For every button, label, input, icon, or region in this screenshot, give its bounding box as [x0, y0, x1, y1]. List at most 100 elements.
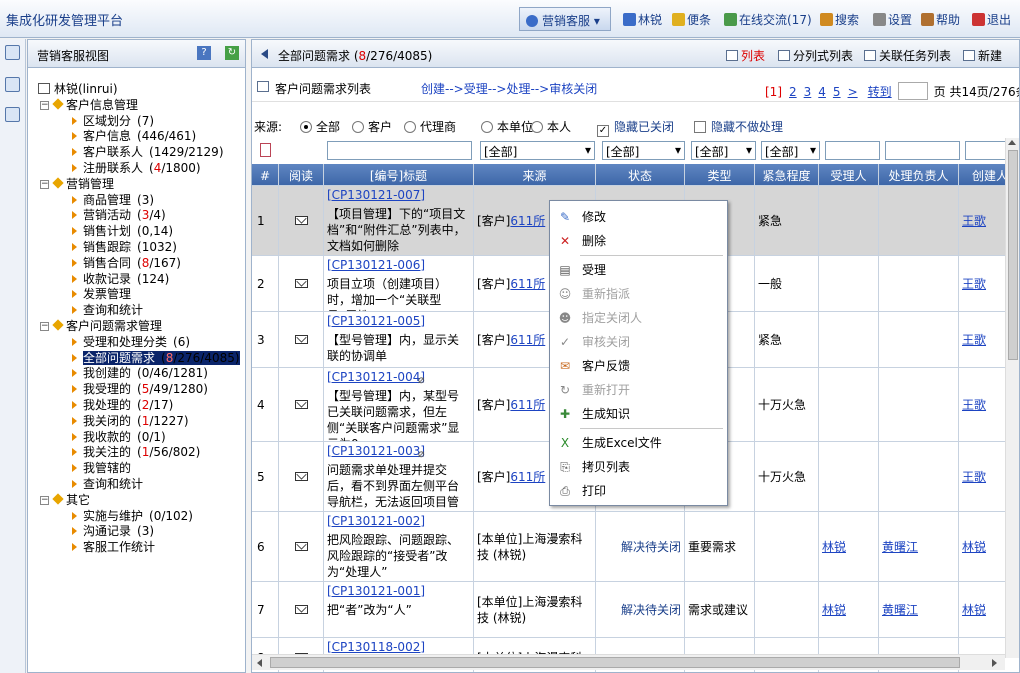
hscroll-thumb[interactable] [270, 657, 960, 668]
page-link[interactable]: 5 [833, 85, 841, 99]
tree-collapse-icon[interactable]: − [40, 179, 49, 189]
grid-cell-title[interactable]: [CP130121-005] 【型号管理】内，显示关联的协调单 [324, 312, 474, 368]
source-radio[interactable]: 本单位 [481, 118, 533, 135]
mail-icon[interactable] [294, 472, 308, 481]
item-code-link[interactable]: [CP130121-006] [327, 257, 470, 273]
mail-icon[interactable] [294, 279, 308, 288]
menu-item-copy[interactable]: ⎘ 拷贝列表 [550, 455, 727, 479]
mail-icon[interactable] [294, 335, 308, 344]
menu-item-edit[interactable]: ✎ 修改 [550, 205, 727, 229]
tree-item[interactable]: 注册联系人 (4/1800) [72, 161, 201, 175]
split-list-button[interactable]: 分列式列表 [778, 47, 853, 64]
workflow-step[interactable]: 处理 [506, 82, 530, 96]
goto-link[interactable]: 转到 [868, 85, 892, 99]
tree-item[interactable]: 我受理的 (5/49/1280) [72, 382, 208, 396]
person-link[interactable]: 林锐 [822, 602, 846, 618]
topnav-user[interactable]: 林锐 [623, 11, 662, 28]
menu-item-excel[interactable]: X 生成Excel文件 [550, 431, 727, 455]
filter-state-select[interactable]: [全部] ▾ [602, 141, 685, 160]
col-header[interactable]: 状态 [596, 164, 685, 186]
tree-item[interactable]: 发票管理 [72, 287, 131, 301]
grid-cell-title[interactable]: [CP130121-002] 把风险跟踪、问题跟踪、风险跟踪的“接受者”改为“处理… [324, 512, 474, 582]
scroll-left-icon[interactable] [257, 659, 262, 667]
hide-closed-checkbox[interactable]: ✓ 隐藏已关闭 [597, 118, 674, 137]
source-radio[interactable]: 全部 [300, 118, 340, 135]
col-header[interactable]: 来源 [474, 164, 596, 186]
filter-source-select[interactable]: [全部] ▾ [480, 141, 595, 160]
menu-item-accept[interactable]: ▤ 受理 [550, 258, 727, 282]
tree-group[interactable]: 客户问题需求管理 [52, 319, 162, 333]
hide-noprocess-checkbox[interactable]: 隐藏不做处理 [694, 118, 783, 135]
person-link[interactable]: 王歌 [962, 213, 986, 229]
tree-item[interactable]: 我关注的 (1/56/802) [72, 445, 200, 459]
menu-item-knowledge[interactable]: ✚ 生成知识 [550, 402, 727, 426]
tree-item[interactable]: 销售跟踪 (1032) [72, 240, 177, 254]
source-link[interactable]: 611所 [510, 277, 545, 291]
source-link[interactable]: 611所 [510, 398, 545, 412]
source-radio[interactable]: 代理商 [404, 118, 456, 135]
scroll-right-icon[interactable] [992, 659, 997, 667]
tree-group[interactable]: 营销管理 [52, 177, 114, 191]
tree-group[interactable]: 客户信息管理 [52, 98, 138, 112]
related-task-list-button[interactable]: 关联任务列表 [864, 47, 951, 64]
tree-collapse-icon[interactable]: − [40, 100, 49, 110]
page-input[interactable] [897, 82, 928, 100]
tree-item[interactable]: 查询和统计 [72, 303, 143, 317]
tree-item[interactable]: 销售合同 (8/167) [72, 256, 181, 270]
tree-root[interactable]: 林锐(linrui) [38, 82, 118, 96]
source-link[interactable]: 611所 [510, 470, 545, 484]
col-header[interactable]: 处理负责人 [879, 164, 959, 186]
tree-item[interactable]: 受理和处理分类 (6) [72, 335, 190, 349]
tree-item[interactable]: 我管辖的 [72, 461, 131, 475]
grid-cell-title[interactable]: [CP130121-007] 【项目管理】下的“项目文档”和“附件汇总”列表中，文… [324, 186, 474, 256]
list-view-button[interactable]: 列表 [726, 47, 765, 64]
person-link[interactable]: 王歌 [962, 469, 986, 485]
mail-icon[interactable] [294, 400, 308, 409]
source-radio[interactable]: 客户 [352, 118, 392, 135]
topnav-help[interactable]: 帮助 [921, 11, 960, 28]
item-code-link[interactable]: [CP130121-004] [327, 369, 470, 385]
grid-cell-src[interactable]: [本单位]上海漫索科技 (林锐) [474, 582, 596, 638]
person-link[interactable]: 林锐 [962, 602, 986, 618]
export-icon[interactable] [260, 143, 271, 157]
item-code-link[interactable]: [CP130121-003] [327, 443, 470, 459]
source-radio[interactable]: 本人 [531, 118, 571, 135]
item-code-link[interactable]: [CP130121-002] [327, 513, 470, 529]
tree-item[interactable]: 我收款的 (0/1) [72, 430, 166, 444]
grid-cell-title[interactable]: [CP130121-006] 项目立项（创建项目）时，增加一个“关联型号”属性 [324, 256, 474, 312]
tree-group[interactable]: 其它 [52, 493, 90, 507]
view-icon[interactable] [5, 77, 20, 92]
tree-item[interactable]: 全部问题需求 (8/276/4085) [72, 350, 240, 365]
home-icon[interactable] [5, 45, 20, 60]
topnav-settings[interactable]: 设置 [873, 11, 912, 28]
workflow-step[interactable]: 创建 [421, 82, 445, 96]
filter-urgency-select[interactable]: [全部] ▾ [761, 141, 820, 160]
tree-item[interactable]: 我处理的 (2/17) [72, 398, 173, 412]
tree-collapse-icon[interactable]: − [40, 322, 49, 331]
menu-item-delete[interactable]: ✕ 删除 [550, 229, 727, 253]
mail-icon[interactable] [294, 216, 308, 225]
col-header[interactable]: 阅读 [279, 164, 324, 186]
item-code-link[interactable]: [CP130121-005] [327, 313, 470, 329]
tree-item[interactable]: 客户联系人 (1429/2129) [72, 145, 224, 159]
grid-cell-title[interactable]: [CP130121-001] 把“者”改为“人” [324, 582, 474, 638]
workflow-step[interactable]: 受理 [464, 82, 488, 96]
new-button[interactable]: 新建 [963, 47, 1002, 64]
topnav-note[interactable]: 便条 [672, 11, 711, 28]
module-switch-button[interactable]: 营销客服 ▾ [519, 7, 611, 31]
attachment-icon[interactable]: ⌀ [418, 373, 425, 386]
horizontal-scrollbar[interactable] [252, 654, 1005, 670]
workflow-step[interactable]: 审核关闭 [549, 82, 597, 96]
back-arrow-icon[interactable] [261, 49, 268, 59]
grid-cell-title[interactable]: [CP130121-004] 【型号管理】内，某型号已关联问题需求，但左侧“关联客… [324, 368, 474, 442]
topnav-exit[interactable]: 退出 [972, 11, 1011, 28]
person-link[interactable]: 王歌 [962, 397, 986, 413]
person-link[interactable]: 林锐 [822, 539, 846, 555]
col-header[interactable]: 受理人 [819, 164, 879, 186]
person-link[interactable]: 黄曙江 [882, 539, 918, 555]
person-link[interactable]: 王歌 [962, 332, 986, 348]
tree-item[interactable]: 客服工作统计 [72, 540, 155, 554]
scroll-up-icon[interactable] [1008, 140, 1016, 145]
refresh-icon[interactable]: ↻ [225, 46, 239, 60]
person-link[interactable]: 林锐 [962, 539, 986, 555]
